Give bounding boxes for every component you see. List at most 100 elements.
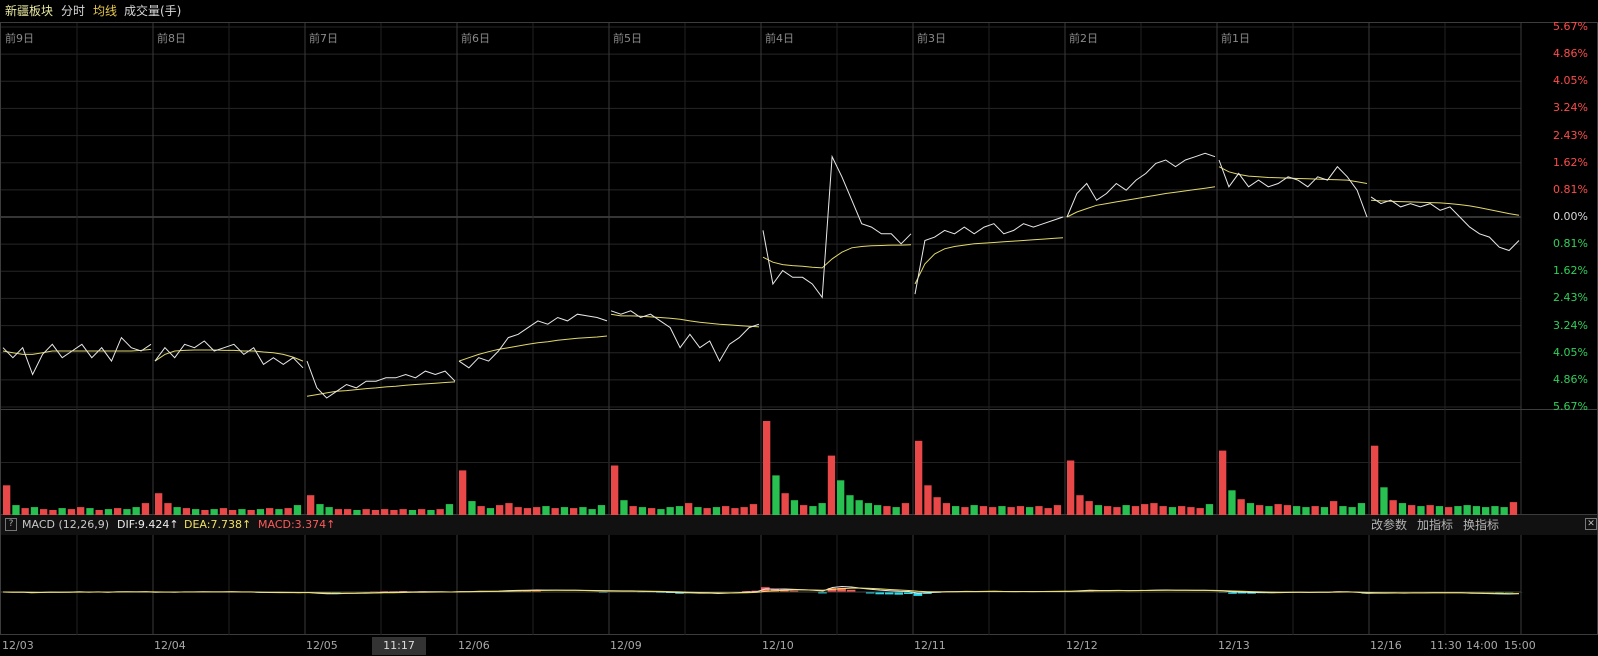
volume-bar — [1320, 507, 1329, 515]
volume-bar — [459, 470, 467, 515]
macd-dea-value: DEA:7.738↑ — [184, 518, 252, 531]
date-label: 12/10 — [762, 639, 794, 652]
price-chart-panel[interactable]: 前9日 前8日 前7日 前6日 前5日 前4日 前3日 前2日 前1日 5.67% 4.86% 4.… — [0, 21, 1598, 413]
volume-bar — [685, 503, 693, 515]
volume-bar — [952, 506, 960, 515]
volume-bar — [1482, 507, 1490, 515]
volume-bar — [933, 497, 941, 515]
time-axis: 12/03 12/04 12/05 12/06 12/09 12/10 12/11 12/12… — [0, 635, 1598, 656]
volume-bar — [284, 508, 292, 515]
volume-bar — [551, 508, 559, 515]
chart-toolbar: 新疆板块 分时 均线 成交量(手) — [0, 0, 1598, 22]
volume-bar — [703, 508, 711, 515]
volume-bar — [1500, 507, 1508, 515]
volume-bar — [1389, 500, 1397, 515]
volume-bar — [942, 503, 951, 515]
day-label: 前7日 — [309, 32, 338, 45]
volume-bar — [1339, 506, 1347, 515]
volume-bar — [892, 507, 900, 515]
volume-bar — [629, 506, 637, 515]
volume-bar — [173, 507, 181, 515]
tab-intraday[interactable]: 分时 — [61, 3, 85, 19]
percent-tick: 0.81% — [1553, 182, 1588, 196]
volume-bar — [1196, 508, 1204, 515]
volume-bar — [1044, 508, 1052, 515]
volume-bar — [1371, 445, 1379, 515]
volume-bar — [597, 505, 606, 515]
volume-bar — [468, 501, 476, 515]
volume-bar — [58, 508, 66, 515]
volume-bar — [1237, 499, 1245, 515]
volume-bar — [790, 500, 799, 515]
date-label: 12/03 — [2, 639, 34, 652]
volume-bar — [874, 505, 882, 515]
date-label: 12/04 — [154, 639, 186, 652]
volume-bar — [1094, 505, 1103, 515]
price-chart — [1, 23, 1522, 411]
percent-tick: 0.81% — [1553, 237, 1588, 251]
day-label: 前1日 — [1221, 32, 1250, 45]
percent-tick: 0.00% — [1553, 210, 1588, 223]
volume-bar — [12, 505, 20, 515]
volume-chart-panel[interactable] — [0, 410, 1598, 515]
volume-bar — [325, 507, 333, 515]
close-icon[interactable]: ✕ — [1585, 518, 1597, 530]
volume-bar — [970, 505, 978, 515]
day-label: 前3日 — [917, 32, 946, 45]
volume-bar — [722, 506, 730, 515]
help-icon[interactable]: ? — [5, 518, 17, 531]
volume-bar — [1348, 507, 1356, 515]
volume-bar — [1398, 503, 1407, 515]
tab-volume[interactable]: 成交量(手) — [124, 3, 181, 19]
add-indicator-button[interactable]: 加指标 — [1417, 518, 1453, 532]
volume-bar — [1159, 506, 1167, 515]
percent-tick: 1.62% — [1553, 264, 1588, 278]
sector-title: 新疆板块 — [5, 4, 54, 18]
volume-bar — [219, 508, 228, 515]
volume-bar — [1283, 505, 1292, 515]
volume-bar — [620, 500, 628, 515]
date-label: 12/12 — [1066, 639, 1098, 652]
volume-bar — [1256, 505, 1264, 515]
day-label: 前8日 — [157, 32, 186, 45]
percent-tick: 4.05% — [1553, 345, 1588, 359]
day-label: 前4日 — [765, 32, 794, 45]
volume-bar — [1302, 507, 1310, 515]
tab-average-line[interactable]: 均线 — [93, 3, 117, 19]
volume-bar — [1311, 506, 1319, 515]
date-label: 12/13 — [1218, 639, 1250, 652]
volume-bar — [883, 506, 891, 515]
volume-bar — [542, 506, 550, 515]
volume-bar — [763, 421, 771, 515]
date-label: 12/16 — [1370, 639, 1402, 652]
volume-bar — [1113, 507, 1121, 515]
date-label: 12/05 — [306, 639, 338, 652]
macd-chart-panel[interactable] — [0, 535, 1598, 635]
volume-bar — [1380, 487, 1388, 515]
volume-bar — [1293, 506, 1301, 515]
volume-bar — [1067, 460, 1075, 515]
volume-bar — [1463, 505, 1471, 515]
volume-bar — [809, 506, 817, 515]
switch-indicator-button[interactable]: 换指标 — [1463, 518, 1499, 532]
day-label: 前2日 — [1069, 32, 1098, 45]
volume-bar — [1178, 506, 1186, 515]
percent-tick: 4.05% — [1553, 74, 1588, 88]
macd-dif-value: DIF:9.424↑ — [117, 518, 179, 531]
change-params-button[interactable]: 改参数 — [1371, 518, 1407, 532]
volume-bar — [915, 440, 923, 515]
volume-bar — [1205, 504, 1214, 515]
volume-bar — [316, 504, 324, 515]
date-label: 12/06 — [458, 639, 490, 652]
volume-bar — [772, 475, 780, 515]
volume-bar — [855, 500, 863, 515]
day-label: 前6日 — [461, 32, 490, 45]
volume-bar — [998, 506, 1006, 515]
volume-bar — [666, 507, 674, 515]
volume-bar — [1219, 450, 1227, 515]
volume-bar — [1076, 495, 1084, 515]
volume-bar — [141, 503, 150, 515]
percent-tick: 4.86% — [1553, 372, 1588, 386]
volume-bar — [924, 485, 932, 515]
volume-bar — [1454, 506, 1462, 515]
